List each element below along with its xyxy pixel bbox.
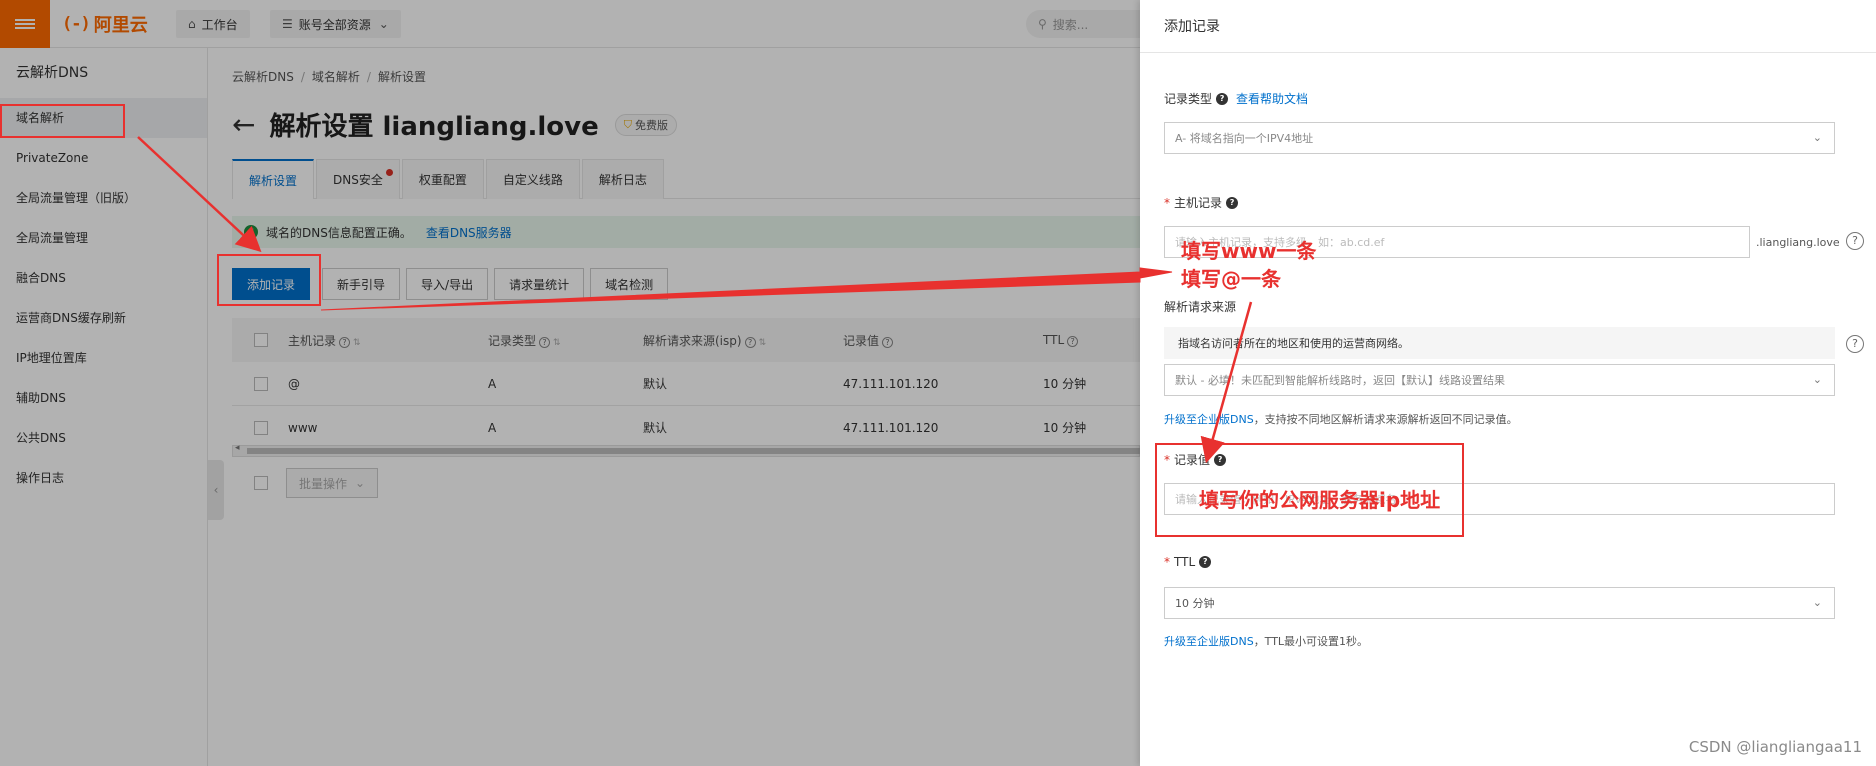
ttl-desc-text: ，TTL最小可设置1秒。 xyxy=(1253,635,1369,648)
chevron-down-icon: ⌄ xyxy=(1812,373,1822,386)
chevron-down-icon: ⌄ xyxy=(1812,131,1822,144)
record-type-label: 记录类型? 查看帮助文档 xyxy=(1164,90,1308,107)
source-tip: 指域名访问者所在的地区和使用的运营商网络。 xyxy=(1164,327,1835,359)
help-icon[interactable]: ? xyxy=(1226,196,1239,209)
ttl-select[interactable]: 10 分钟 ⌄ xyxy=(1164,587,1835,619)
drawer-title: 添加记录 xyxy=(1140,0,1876,53)
ttl-desc: 升级至企业版DNS，TTL最小可设置1秒。 xyxy=(1164,633,1368,649)
source-desc: 升级至企业版DNS，支持按不同地区解析请求来源解析返回不同记录值。 xyxy=(1164,411,1518,427)
host-label-text: 主机记录 xyxy=(1174,196,1223,210)
help-icon[interactable]: ? xyxy=(1216,92,1229,105)
annotation-record-value: 填写你的公网服务器ip地址 xyxy=(1199,488,1441,512)
annotation-host-at: 填写@一条 xyxy=(1181,267,1281,291)
help-icon[interactable]: ? xyxy=(1846,335,1864,353)
source-select[interactable]: 默认 - 必填！未匹配到智能解析线路时，返回【默认】线路设置结果 ⌄ xyxy=(1164,364,1835,396)
chevron-down-icon: ⌄ xyxy=(1812,596,1822,609)
csdn-watermark: CSDN @liangliangaa11 xyxy=(1688,738,1862,756)
source-value: 默认 - 必填！未匹配到智能解析线路时，返回【默认】线路设置结果 xyxy=(1175,374,1505,387)
domain-suffix: .liangliang.love xyxy=(1756,236,1840,249)
source-desc-text: ，支持按不同地区解析请求来源解析返回不同记录值。 xyxy=(1253,413,1518,426)
ttl-value: 10 分钟 xyxy=(1175,597,1215,610)
record-type-value: A- 将域名指向一个IPV4地址 xyxy=(1175,132,1314,145)
annotation-host-www: 填写www一条 xyxy=(1181,239,1317,263)
host-record-label: * 主机记录? xyxy=(1164,194,1239,211)
highlight-box-domain-resolution xyxy=(0,104,125,138)
record-type-select[interactable]: A- 将域名指向一个IPV4地址 ⌄ xyxy=(1164,122,1835,154)
source-tip-text: 指域名访问者所在的地区和使用的运营商网络。 xyxy=(1178,337,1409,350)
record-type-label-text: 记录类型 xyxy=(1164,92,1213,106)
ttl-label: * TTL? xyxy=(1164,555,1212,569)
help-icon[interactable]: ? xyxy=(1846,232,1864,250)
source-label: 解析请求来源 xyxy=(1164,298,1236,315)
help-icon[interactable]: ? xyxy=(1199,556,1212,568)
ttl-label-text: TTL xyxy=(1174,555,1196,569)
upgrade-enterprise-link[interactable]: 升级至企业版DNS xyxy=(1164,413,1254,426)
upgrade-enterprise-link[interactable]: 升级至企业版DNS xyxy=(1164,635,1254,648)
highlight-box-add-record xyxy=(217,254,321,306)
help-doc-link[interactable]: 查看帮助文档 xyxy=(1236,90,1308,107)
modal-mask[interactable] xyxy=(0,0,1140,766)
source-label-text: 解析请求来源 xyxy=(1164,300,1237,314)
add-record-drawer: 添加记录 记录类型? 查看帮助文档 A- 将域名指向一个IPV4地址 ⌄ * 主机记… xyxy=(1140,0,1876,766)
